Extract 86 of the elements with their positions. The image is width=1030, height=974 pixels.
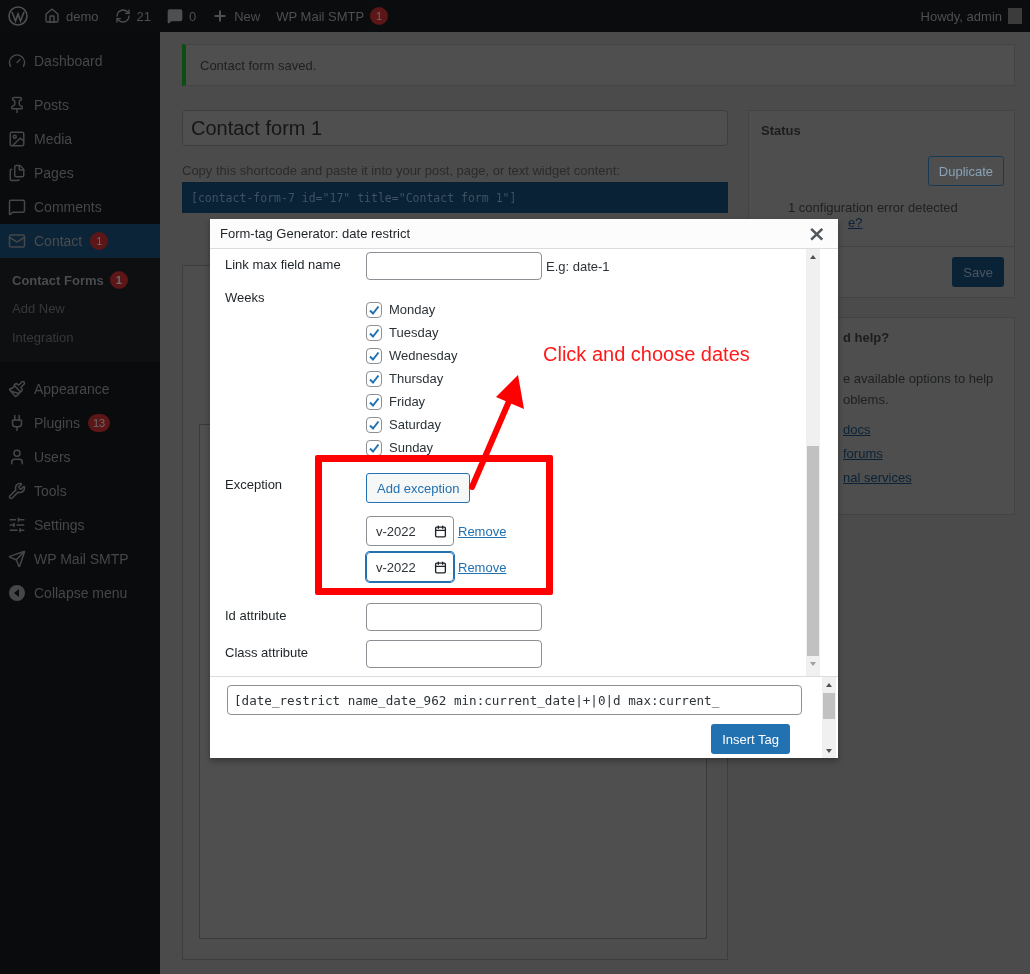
- menu-item[interactable]: Plugins 13: [0, 405, 160, 440]
- greeting-link[interactable]: Howdy, admin: [920, 8, 1002, 24]
- brush-icon: [8, 379, 26, 398]
- help-link[interactable]: forums: [843, 442, 883, 466]
- checkbox-label: Thursday: [389, 371, 444, 386]
- field-label: Weeks: [225, 290, 265, 305]
- field-label: Class attribute: [225, 644, 309, 660]
- scrollbar[interactable]: [806, 249, 820, 676]
- help-link[interactable]: docs: [843, 418, 871, 442]
- date-field[interactable]: v-2022: [366, 516, 454, 546]
- user-icon: [8, 447, 26, 466]
- menu-item[interactable]: Comments: [0, 190, 160, 224]
- input-field[interactable]: [366, 640, 542, 668]
- menu-item[interactable]: WP Mail SMTP: [0, 541, 160, 576]
- hint-text: E.g: date-1: [546, 258, 610, 274]
- field-label: Exception: [225, 476, 283, 492]
- field-label: Link max field name: [225, 256, 341, 272]
- date-field[interactable]: v-2022: [366, 552, 454, 582]
- checkbox[interactable]: [366, 393, 382, 410]
- menu-item[interactable]: Pages: [0, 156, 160, 190]
- menu-item[interactable]: Appearance: [0, 371, 160, 406]
- input-field[interactable]: [366, 252, 542, 280]
- menu-item[interactable]: Dashboard: [0, 44, 160, 78]
- comment-icon[interactable]: [167, 8, 183, 24]
- dashboard-icon: [8, 52, 26, 70]
- wrench-icon: [8, 481, 26, 500]
- checkbox-label: Saturday: [389, 417, 442, 432]
- menu-item[interactable]: Tools: [0, 473, 160, 508]
- checkbox[interactable]: [366, 416, 382, 433]
- checkbox[interactable]: [366, 347, 382, 364]
- scroll-down-icon[interactable]: [825, 747, 833, 755]
- tag-field[interactable]: [date_restrict name_date_962 min:current_date|+|0|d max:current_: [227, 685, 802, 715]
- calendar-icon: [434, 524, 447, 538]
- count-badge: 1: [109, 271, 128, 290]
- menu-item[interactable]: Posts: [0, 88, 160, 122]
- comments-count[interactable]: 0: [189, 8, 197, 24]
- collapse-icon: [8, 583, 26, 602]
- save-button[interactable]: Save: [952, 257, 1004, 287]
- pin-icon: [8, 96, 26, 114]
- insert-tag-button[interactable]: Insert Tag: [711, 724, 790, 754]
- checkbox[interactable]: [366, 301, 382, 318]
- remove-link[interactable]: Remove: [458, 523, 507, 539]
- count-badge: 1: [90, 232, 109, 250]
- updates-count[interactable]: 21: [136, 8, 151, 24]
- logo-icon[interactable]: [8, 6, 28, 26]
- field-label: Id attribute: [225, 607, 287, 623]
- refresh-icon[interactable]: [114, 8, 131, 24]
- plugin-link[interactable]: WP Mail SMTP: [276, 8, 365, 24]
- menu-item[interactable]: Settings: [0, 507, 160, 542]
- checkbox-label: Friday: [389, 394, 426, 409]
- notification-badge: 1: [370, 7, 389, 25]
- help-link[interactable]: nal services: [843, 466, 912, 490]
- pages-icon: [8, 164, 26, 182]
- scroll-up-icon[interactable]: [809, 253, 817, 261]
- remove-link[interactable]: Remove: [458, 559, 507, 575]
- duplicate-button[interactable]: Duplicate: [927, 156, 1004, 186]
- image-icon: [8, 130, 26, 148]
- checkbox-label: Monday: [389, 302, 436, 317]
- dialog-title: Form-tag Generator: date restrict: [220, 226, 411, 241]
- sliders-icon: [8, 515, 26, 534]
- title-field[interactable]: Contact form 1: [182, 110, 728, 146]
- checkbox-label: Tuesday: [389, 325, 439, 340]
- scroll-up-icon[interactable]: [825, 681, 833, 689]
- annotation-text: Click and choose dates: [543, 343, 750, 366]
- checkbox[interactable]: [366, 439, 382, 456]
- calendar-icon: [434, 560, 447, 574]
- send-icon: [8, 549, 26, 568]
- comment-icon: [8, 198, 26, 216]
- site-link[interactable]: demo: [66, 8, 99, 24]
- submenu-item[interactable]: Contact Forms 1: [0, 266, 160, 295]
- input-field[interactable]: [366, 603, 542, 631]
- add-exception-button[interactable]: Add exception: [366, 473, 471, 503]
- count-badge: 13: [87, 413, 111, 432]
- menu-item[interactable]: Contact 1: [0, 224, 160, 258]
- home-icon[interactable]: [44, 8, 60, 24]
- menu-item[interactable]: Users: [0, 439, 160, 474]
- collapse-menu[interactable]: Collapse menu: [0, 575, 160, 610]
- close-button[interactable]: ×: [805, 222, 828, 245]
- checkbox[interactable]: [366, 324, 382, 341]
- menu-item[interactable]: Media: [0, 122, 160, 156]
- scrollbar[interactable]: [822, 677, 836, 758]
- mail-icon: [8, 232, 26, 250]
- checkbox-label: Wednesday: [389, 348, 458, 363]
- new-link[interactable]: New: [234, 8, 261, 24]
- checkbox-label: Sunday: [389, 440, 434, 455]
- checkbox[interactable]: [366, 370, 382, 387]
